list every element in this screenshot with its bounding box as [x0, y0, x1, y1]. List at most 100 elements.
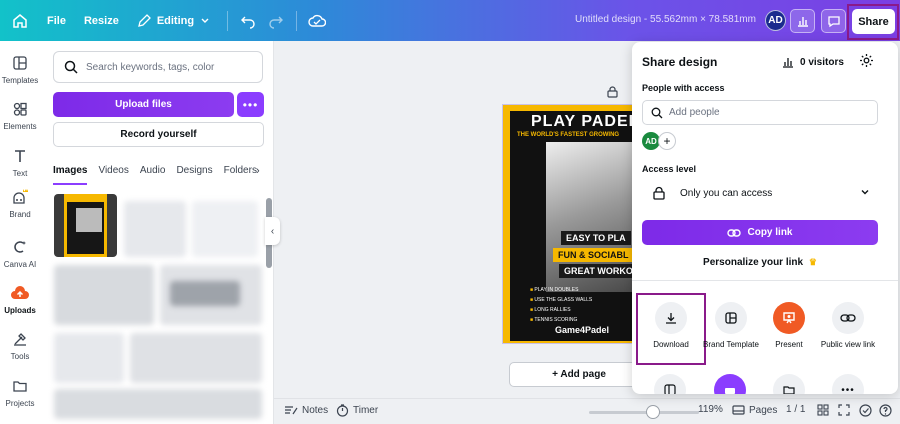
rail-label: Projects [5, 399, 35, 408]
tab-images[interactable]: Images [53, 165, 88, 185]
editing-mode-button[interactable]: Editing [128, 8, 219, 34]
more-options-button[interactable]: ••• [237, 92, 264, 117]
bullet-item: ■ LONG RALLIES [530, 307, 571, 313]
brand-template-option[interactable]: Brand Template [698, 302, 764, 349]
chevron-right-icon[interactable]: › [256, 165, 260, 177]
add-page-button[interactable]: + Add page [509, 362, 649, 387]
present-icon [773, 302, 805, 334]
brand-template-label: Brand Template [703, 340, 759, 349]
crown-icon: ♛ [808, 257, 817, 267]
design-pill[interactable]: FUN & SOCIABL [553, 248, 634, 262]
design-subtitle[interactable]: THE WORLD'S FASTEST GROWING [517, 132, 619, 138]
user-avatar[interactable]: AD [765, 10, 786, 31]
copy-link-button[interactable]: Copy link [642, 220, 878, 245]
upload-thumbnail[interactable] [54, 194, 117, 257]
design-pill[interactable]: EASY TO PLA [561, 231, 631, 245]
brand-template-icon [664, 384, 676, 394]
personalize-label: Personalize your link [703, 257, 804, 268]
bar-chart-icon [783, 58, 793, 68]
notes-button[interactable]: Notes [284, 404, 328, 416]
collapse-panel-button[interactable]: ‹ [265, 217, 280, 245]
pages-button[interactable]: Pages [732, 404, 777, 416]
rail-item-projects[interactable]: Projects [0, 378, 40, 408]
add-people-input[interactable]: Add people [642, 100, 878, 125]
pages-label: Pages [749, 404, 778, 416]
canva-ai-icon [0, 239, 40, 257]
timer-button[interactable]: Timer [336, 404, 378, 417]
rail-item-text[interactable]: Text [0, 148, 40, 178]
tab-designs[interactable]: Designs [176, 165, 212, 185]
more-share-option[interactable] [654, 374, 686, 394]
cloud-sync-icon[interactable] [305, 9, 329, 33]
share-panel-scrollbar[interactable] [890, 82, 895, 382]
check-icon[interactable] [859, 404, 872, 417]
rail-item-elements[interactable]: Elements [0, 101, 40, 131]
zoom-slider[interactable] [589, 411, 699, 414]
resize-button[interactable]: Resize [75, 8, 128, 34]
blurred-upload[interactable] [54, 333, 124, 383]
public-view-link-label: Public view link [820, 340, 876, 349]
more-icon: ••• [242, 97, 259, 112]
grid-view-icon[interactable] [817, 404, 829, 416]
rail-item-uploads[interactable]: Uploads [0, 285, 40, 315]
more-share-option[interactable] [714, 374, 746, 394]
blurred-upload[interactable] [54, 389, 262, 419]
tab-videos[interactable]: Videos [98, 165, 128, 185]
blurred-upload[interactable] [130, 333, 262, 383]
design-title[interactable]: PLAY PADEL [531, 113, 639, 131]
design-canvas[interactable]: PLAY PADEL THE WORLD'S FASTEST GROWING E… [502, 104, 650, 344]
lock-icon[interactable] [607, 85, 618, 103]
design-bullets[interactable]: ■ PLAY IN DOUBLES ■ USE THE GLASS WALLS … [530, 285, 592, 325]
home-icon[interactable] [8, 9, 32, 33]
comments-button[interactable] [821, 9, 846, 33]
present-option[interactable]: Present [756, 302, 822, 349]
blurred-upload[interactable] [192, 201, 258, 257]
brand-template-icon [715, 302, 747, 334]
pages-icon [732, 405, 745, 415]
download-option[interactable]: Download [638, 302, 704, 349]
share-design-popover: Share design 0 visitors People with acce… [632, 42, 898, 394]
rail-item-canva-ai[interactable]: Canva AI [0, 239, 40, 269]
fullscreen-icon[interactable] [838, 404, 850, 416]
pencil-icon [137, 13, 151, 27]
undo-icon[interactable] [236, 9, 260, 33]
rail-item-brand[interactable]: Brand [0, 189, 40, 219]
public-view-link-option[interactable]: Public view link [815, 302, 881, 349]
access-level-select[interactable]: Only you can access [642, 180, 878, 206]
design-brand-logo[interactable]: Game4Padel [555, 325, 609, 335]
redo-icon[interactable] [264, 9, 288, 33]
more-share-option[interactable] [773, 374, 805, 394]
comment-icon [827, 16, 840, 28]
zoom-level[interactable]: 119% [698, 404, 723, 415]
search-icon [64, 60, 78, 74]
elements-icon [0, 101, 40, 119]
share-button[interactable]: Share [852, 9, 895, 34]
personalize-link[interactable]: Personalize your link ♛ [632, 257, 888, 268]
gear-icon[interactable] [859, 53, 874, 73]
uploads-icon [0, 285, 40, 303]
insights-button[interactable] [790, 9, 815, 33]
add-people-placeholder: Add people [669, 107, 720, 118]
upload-files-button[interactable]: Upload files [53, 92, 234, 117]
help-icon[interactable] [879, 404, 892, 417]
see-all-options-button[interactable]: ••• [832, 374, 864, 394]
rail-item-templates[interactable]: Templates [0, 55, 40, 85]
chevron-down-icon [201, 18, 209, 23]
access-level-label: Access level [642, 164, 697, 174]
chevron-left-icon: ‹ [270, 225, 275, 237]
visitors-button[interactable]: 0 visitors [782, 56, 844, 68]
search-input[interactable]: Search keywords, tags, color [53, 51, 263, 83]
folder-icon [783, 386, 795, 394]
record-yourself-button[interactable]: Record yourself [53, 122, 264, 147]
blurred-upload[interactable] [124, 201, 186, 257]
brand-icon [0, 189, 40, 207]
rail-item-tools[interactable]: Tools [0, 331, 40, 361]
add-collaborator-button[interactable]: + [658, 132, 676, 150]
print-icon [725, 388, 735, 394]
tab-audio[interactable]: Audio [140, 165, 166, 185]
tab-folders[interactable]: Folders [224, 165, 257, 185]
document-title[interactable]: Untitled design - 55.562mm × 78.581mm [575, 14, 756, 25]
zoom-slider-handle[interactable] [646, 405, 660, 419]
blurred-upload[interactable] [54, 265, 154, 325]
file-menu-button[interactable]: File [38, 8, 75, 34]
